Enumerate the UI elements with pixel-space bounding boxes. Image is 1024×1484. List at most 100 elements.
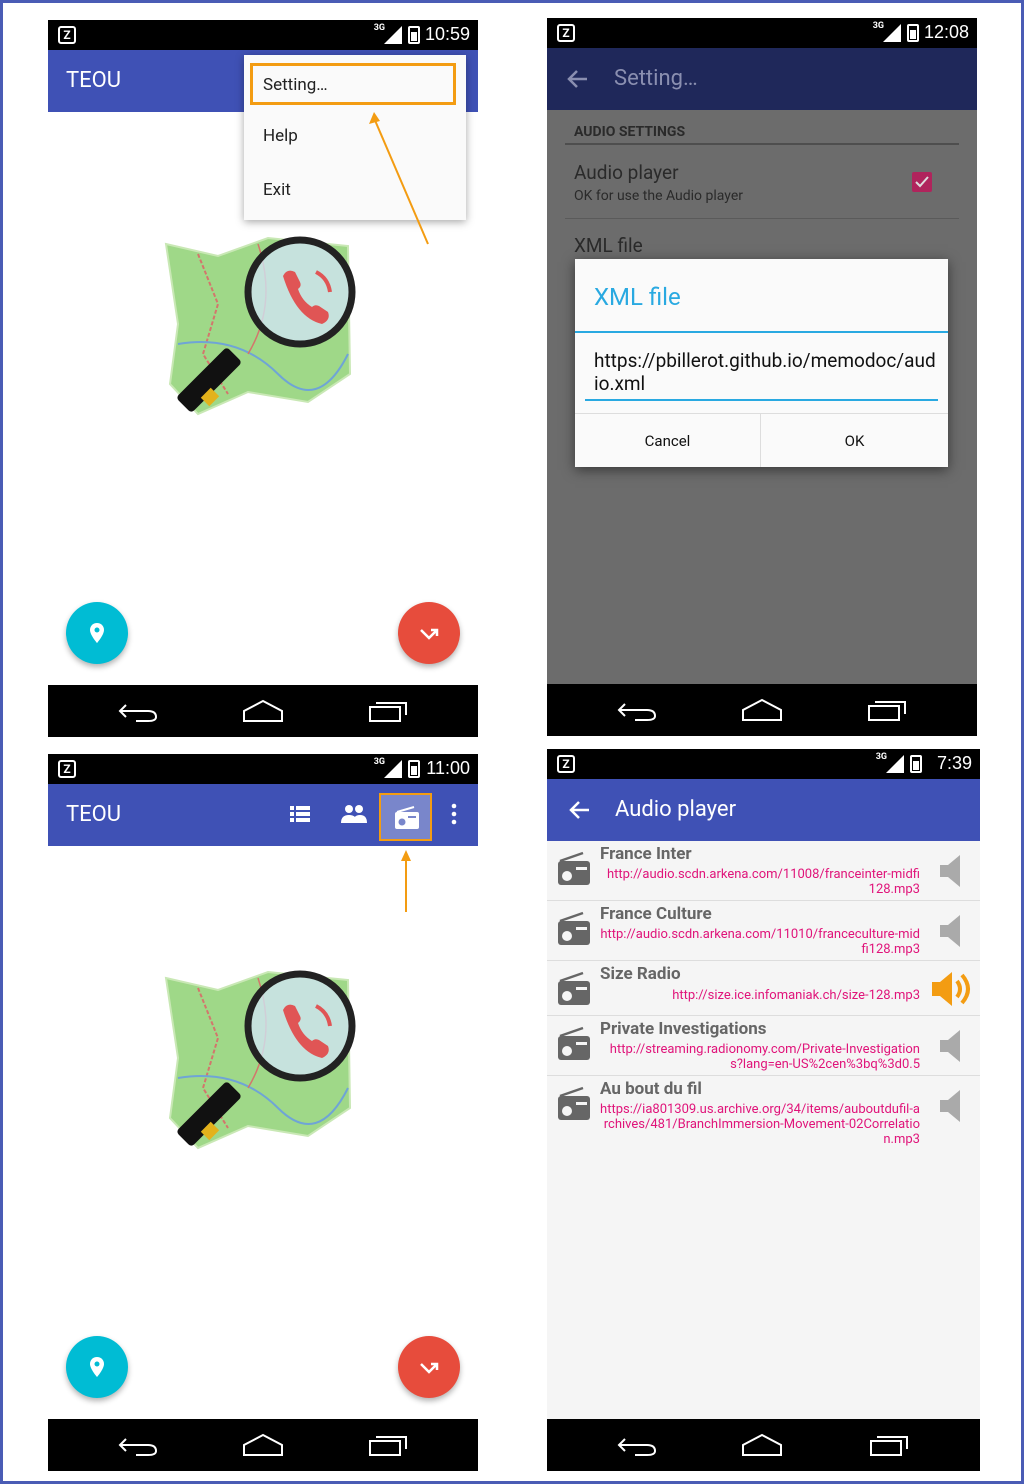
station-url: http://streaming.radionomy.com/Private-I… xyxy=(609,1042,920,1072)
list-icon[interactable] xyxy=(289,803,311,825)
app-bar: TEOU xyxy=(48,784,478,846)
annotation-arrow xyxy=(401,850,411,912)
people-icon[interactable] xyxy=(340,803,368,825)
location-pin-icon xyxy=(90,1357,104,1377)
station-url: http://audio.scdn.arkena.com/11010/franc… xyxy=(600,927,920,957)
app-title: Setting… xyxy=(614,66,698,91)
home-nav-icon[interactable] xyxy=(242,1433,284,1457)
back-arrow-icon[interactable] xyxy=(567,68,589,90)
notification-icon: Z xyxy=(557,24,575,42)
status-bar: Z 3G 10:59 xyxy=(48,20,478,50)
back-nav-icon[interactable] xyxy=(617,698,657,722)
signal-icon xyxy=(384,760,402,778)
missed-call-fab[interactable] xyxy=(398,1336,460,1398)
station-url: http://size.ice.infomaniak.ch/size-128.m… xyxy=(672,988,920,1003)
app-title: TEOU xyxy=(66,802,122,827)
signal-icon xyxy=(883,24,901,42)
battery-icon xyxy=(408,26,420,44)
annotation-arrow xyxy=(369,112,429,245)
missed-call-fab[interactable] xyxy=(398,602,460,664)
status-bar: Z 3G 11:00 xyxy=(48,754,478,784)
section-header: AUDIO SETTINGS xyxy=(574,124,686,140)
battery-icon xyxy=(910,755,922,773)
status-time: 11:00 xyxy=(426,758,470,778)
station-name: France Culture xyxy=(600,904,712,924)
cancel-button[interactable]: Cancel xyxy=(575,413,761,467)
xml-file-dialog: XML file https://pbillerot.github.io/mem… xyxy=(575,259,948,467)
station-row[interactable]: France Inter http://audio.scdn.arkena.co… xyxy=(547,841,980,901)
radio-icon xyxy=(558,1086,590,1120)
main-content xyxy=(48,846,478,1419)
status-bar: Z 3G 7:39 xyxy=(547,749,980,779)
location-fab[interactable] xyxy=(66,1336,128,1398)
station-name: France Inter xyxy=(600,844,692,864)
station-name: Size Radio xyxy=(600,964,681,984)
back-nav-icon[interactable] xyxy=(617,1433,657,1457)
recents-nav-icon[interactable] xyxy=(368,699,408,723)
station-row[interactable]: Au bout du fil https://ia801309.us.archi… xyxy=(547,1076,980,1152)
recents-nav-icon[interactable] xyxy=(869,1433,909,1457)
speaker-playing-icon[interactable] xyxy=(930,969,974,1009)
notification-icon: Z xyxy=(557,755,575,773)
signal-icon xyxy=(886,755,904,773)
screen-audio-player: Z 3G 7:39 Audio player France Inter http… xyxy=(547,749,980,1471)
teou-logo xyxy=(164,970,356,1150)
dialog-title: XML file xyxy=(594,283,681,311)
app-bar: Setting… xyxy=(547,48,977,110)
screen-main-actions: Z 3G 11:00 TEOU xyxy=(48,754,478,1471)
notification-icon: Z xyxy=(58,760,76,778)
speaker-muted-icon[interactable] xyxy=(938,1028,964,1064)
station-name: Au bout du fil xyxy=(600,1079,702,1099)
ok-button[interactable]: OK xyxy=(761,413,948,467)
speaker-muted-icon[interactable] xyxy=(938,1088,964,1124)
status-time: 7:39 xyxy=(936,753,972,773)
station-url: http://audio.scdn.arkena.com/11008/franc… xyxy=(606,867,920,897)
system-nav-bar xyxy=(547,684,977,736)
system-nav-bar xyxy=(547,1419,980,1471)
radio-icon xyxy=(558,911,590,945)
radio-icon xyxy=(558,1026,590,1060)
home-nav-icon[interactable] xyxy=(242,699,284,723)
menu-item-setting[interactable]: Setting… xyxy=(250,63,456,105)
screen-settings: Z 3G 12:08 Setting… AUDIO SETTINGS Audio… xyxy=(547,18,977,736)
station-row[interactable]: Private Investigations http://streaming.… xyxy=(547,1016,980,1076)
status-bar: Z 3G 12:08 xyxy=(547,18,977,48)
screen-main-menu: Z 3G 10:59 TEOU Setting… Help Exit xyxy=(48,20,478,737)
missed-call-icon xyxy=(420,628,439,640)
section-divider xyxy=(565,143,959,145)
radio-action-highlight[interactable] xyxy=(379,793,432,841)
back-nav-icon[interactable] xyxy=(118,699,158,723)
radio-icon xyxy=(395,806,419,829)
audio-player-pref-summary: OK for use the Audio player xyxy=(574,188,743,204)
speaker-muted-icon[interactable] xyxy=(938,913,964,949)
home-nav-icon[interactable] xyxy=(741,1433,783,1457)
back-arrow-icon[interactable] xyxy=(569,799,591,821)
station-row[interactable]: Size Radio http://size.ice.infomaniak.ch… xyxy=(547,961,980,1016)
station-url: https://ia801309.us.archive.org/34/items… xyxy=(600,1102,920,1147)
speaker-muted-icon[interactable] xyxy=(938,853,964,889)
battery-icon xyxy=(408,760,420,778)
recents-nav-icon[interactable] xyxy=(867,698,907,722)
overflow-menu-icon[interactable] xyxy=(450,803,458,825)
status-time: 12:08 xyxy=(923,22,969,42)
recents-nav-icon[interactable] xyxy=(368,1433,408,1457)
system-nav-bar xyxy=(48,685,478,737)
back-nav-icon[interactable] xyxy=(118,1433,158,1457)
app-bar: Audio player xyxy=(547,779,980,841)
radio-icon xyxy=(558,851,590,885)
signal-icon xyxy=(384,26,402,44)
location-pin-icon xyxy=(90,623,104,643)
home-nav-icon[interactable] xyxy=(741,698,783,722)
row-divider xyxy=(565,218,959,219)
app-title: TEOU xyxy=(66,68,122,93)
check-icon xyxy=(915,176,929,188)
station-row[interactable]: France Culture http://audio.scdn.arkena.… xyxy=(547,901,980,961)
dialog-title-divider xyxy=(575,331,948,333)
xml-url-input[interactable]: https://pbillerot.github.io/memodoc/audi… xyxy=(585,349,938,401)
app-title: Audio player xyxy=(615,797,737,822)
xml-file-pref-title[interactable]: XML file xyxy=(574,234,643,257)
teou-logo xyxy=(164,236,356,416)
audio-player-checkbox[interactable] xyxy=(912,172,932,192)
audio-player-pref-title[interactable]: Audio player xyxy=(574,161,679,184)
location-fab[interactable] xyxy=(66,602,128,664)
